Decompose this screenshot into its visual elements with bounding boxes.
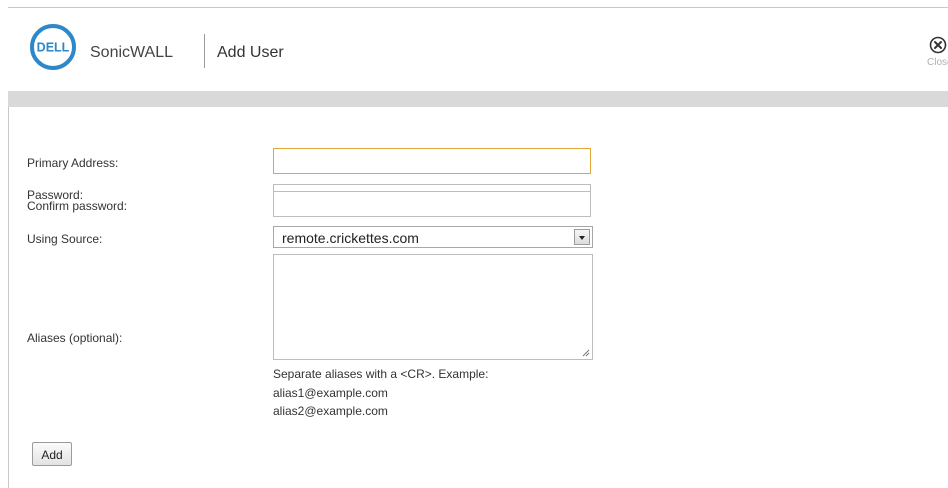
primary-address-input[interactable] [273,148,591,174]
confirm-password-label: Confirm password: [27,199,128,213]
using-source-select[interactable]: remote.crickettes.com [273,226,593,248]
confirm-password-input[interactable] [273,191,591,217]
header-divider [204,34,205,68]
brand-name: SonicWALL [90,44,173,61]
primary-address-label: Primary Address: [27,156,119,170]
chevron-down-icon [579,236,585,240]
resize-grip-icon[interactable] [581,348,590,357]
dell-logo: DELL [30,24,76,70]
aliases-help-text: Separate aliases with a <CR>. Example: [273,367,489,381]
using-source-value: remote.crickettes.com [282,230,419,246]
close-button[interactable]: Close [926,36,948,86]
add-button[interactable]: Add [32,442,72,466]
close-icon [929,36,947,54]
aliases-example-2: alias2@example.com [273,404,388,418]
close-label: Close [927,57,948,68]
aliases-textarea[interactable] [273,254,593,360]
using-source-label: Using Source: [27,232,103,246]
dell-logo-text: DELL [37,41,70,55]
dropdown-button[interactable] [574,229,590,245]
header-band [8,91,948,107]
aliases-example-1: alias1@example.com [273,386,388,400]
aliases-label: Aliases (optional): [27,331,123,345]
dialog-header: DELL SonicWALL Add User Close [8,8,948,91]
dialog-title: Add User [217,44,284,61]
